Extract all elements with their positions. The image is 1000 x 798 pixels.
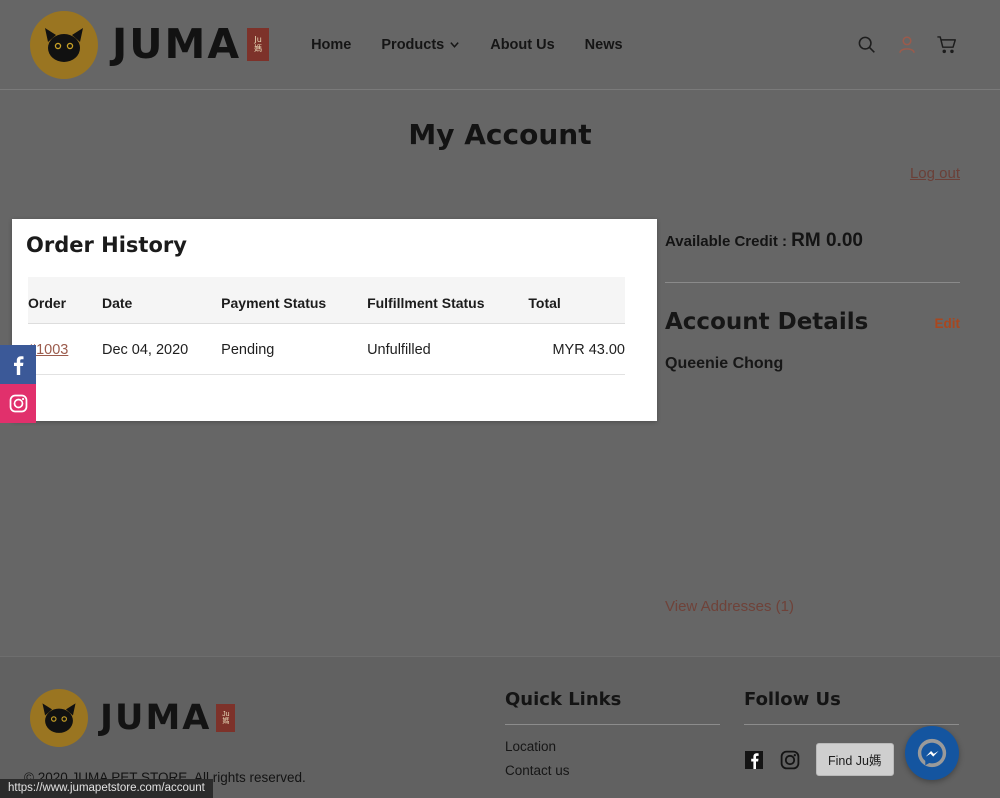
nav-news-label: News [584, 36, 623, 53]
view-addresses-link[interactable]: View Addresses (1) [665, 598, 794, 615]
footer-wordmark: JUMA [100, 697, 212, 738]
account-details-header: Account Details Edit [665, 309, 960, 335]
table-body: #1003 Dec 04, 2020 Pending Unfulfilled M… [28, 323, 625, 375]
instagram-icon [9, 394, 27, 413]
facebook-icon[interactable] [744, 750, 764, 770]
juma-cat-logo [30, 10, 98, 79]
header-icon-group [856, 34, 958, 56]
cell-total: MYR 43.00 [528, 323, 625, 375]
cart-icon[interactable] [936, 34, 958, 56]
social-side-rail [0, 345, 36, 423]
col-order: Order [28, 277, 102, 324]
col-payment-status: Payment Status [221, 277, 368, 324]
quick-links-title: Quick Links [505, 689, 622, 710]
order-history-panel: Order History Order Date Payment Status … [12, 219, 657, 421]
logout-link[interactable]: Log out [700, 165, 960, 182]
account-details-title: Account Details [665, 309, 869, 335]
footer-link-location[interactable]: Location [505, 739, 720, 754]
divider [665, 282, 960, 283]
account-icon[interactable] [896, 34, 918, 56]
messenger-icon [917, 738, 947, 768]
search-icon[interactable] [856, 34, 878, 56]
rail-facebook[interactable] [0, 345, 36, 384]
main-nav: Home Products About Us News [311, 37, 622, 53]
col-total: Total [528, 277, 625, 324]
footer-seal-top: Ju [222, 710, 230, 718]
edit-account-link[interactable]: Edit [935, 316, 961, 335]
available-credit: Available Credit : RM 0.00 [665, 230, 960, 252]
cat-icon [45, 27, 83, 62]
chevron-down-icon [450, 42, 459, 48]
find-juma-button[interactable]: Find Ju媽 [816, 743, 894, 776]
site-footer: JUMA Ju 媽 © 2020 JUMA PET STORE. All rig… [0, 656, 1000, 798]
account-sidebar: Available Credit : RM 0.00 Account Detai… [665, 230, 960, 373]
cell-fulfillment-status: Unfulfilled [367, 323, 529, 375]
instagram-icon[interactable] [780, 750, 800, 770]
cell-order: #1003 [28, 323, 102, 375]
col-fulfillment-status: Fulfillment Status [367, 277, 529, 324]
page-root: JUMA Ju 媽 Home Products About Us News My… [0, 0, 1000, 798]
nav-news[interactable]: News [585, 37, 623, 53]
nav-about-us[interactable]: About Us [490, 37, 554, 53]
available-credit-amount: RM 0.00 [791, 230, 863, 251]
facebook-icon [14, 355, 24, 375]
footer-cat-logo [30, 689, 88, 747]
follow-us-title: Follow Us [744, 689, 841, 710]
nav-products-label: Products [381, 36, 445, 53]
seal-bottom: 媽 [254, 43, 263, 53]
footer-link-contact-us[interactable]: Contact us [505, 763, 720, 778]
order-history-table: Order Date Payment Status Fulfillment St… [28, 277, 625, 375]
customer-name: Queenie Chong [665, 355, 784, 372]
nav-home[interactable]: Home [311, 37, 351, 53]
messenger-button[interactable] [905, 726, 959, 780]
footer-seal-stamp: Ju 媽 [216, 704, 236, 732]
page-title: My Account [408, 118, 592, 151]
wordmark-text: JUMA [112, 20, 242, 68]
table-row: #1003 Dec 04, 2020 Pending Unfulfilled M… [28, 323, 625, 375]
cell-payment-status: Pending [221, 323, 368, 375]
brand-logo[interactable]: JUMA Ju 媽 [30, 10, 270, 79]
browser-status-bar: https://www.jumapetstore.com/account [0, 779, 213, 798]
available-credit-label: Available Credit : [665, 233, 787, 250]
wordmark: JUMA Ju 媽 [112, 20, 270, 68]
seal-stamp: Ju 媽 [247, 28, 270, 61]
cat-icon [42, 703, 76, 734]
table-header-row: Order Date Payment Status Fulfillment St… [28, 277, 625, 324]
divider [505, 724, 720, 725]
order-history-title: Order History [26, 233, 187, 257]
nav-products[interactable]: Products [381, 37, 460, 53]
rail-instagram[interactable] [0, 384, 36, 423]
site-header: JUMA Ju 媽 Home Products About Us News [0, 0, 1000, 90]
nav-home-label: Home [311, 36, 352, 53]
cell-date: Dec 04, 2020 [101, 323, 222, 375]
table-header: Order Date Payment Status Fulfillment St… [28, 277, 625, 324]
footer-seal-bottom: 媽 [222, 718, 230, 725]
divider [744, 724, 959, 725]
footer-quick-links: Quick Links Location Contact us [505, 689, 720, 778]
nav-about-us-label: About Us [490, 36, 555, 53]
col-date: Date [101, 277, 222, 324]
footer-brand[interactable]: JUMA Ju 媽 [30, 689, 236, 747]
